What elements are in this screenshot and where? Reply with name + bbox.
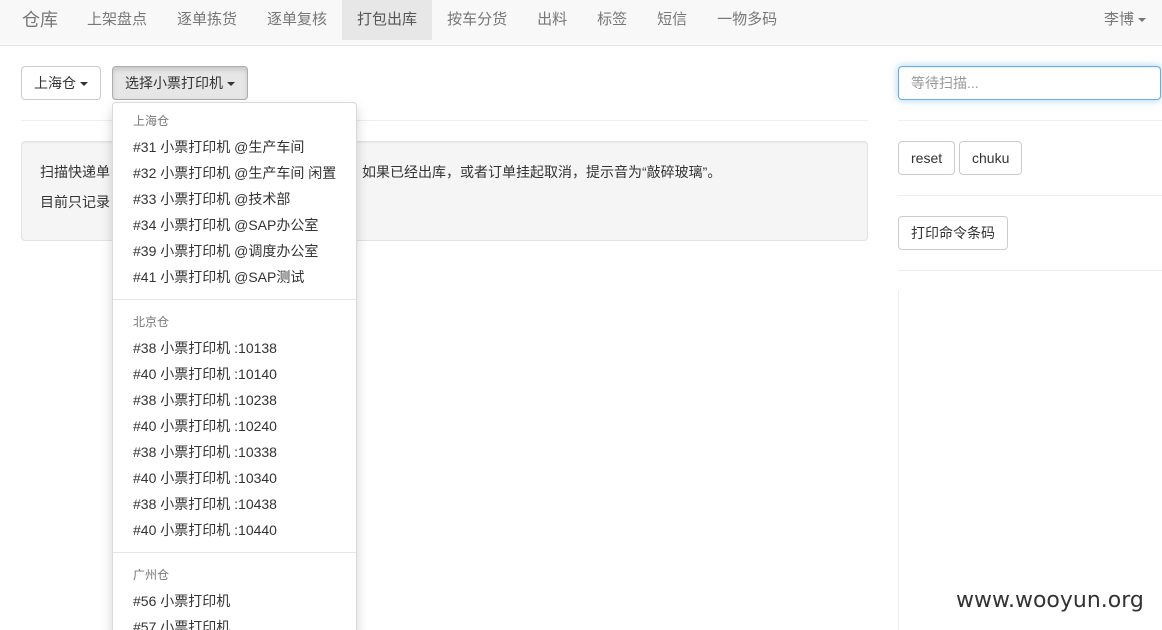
warehouse-select-button[interactable]: 上海仓 [21, 66, 101, 100]
printer-option[interactable]: #40 小票打印机 :10340 [113, 465, 356, 491]
printer-option[interactable]: #40 小票打印机 :10240 [113, 413, 356, 439]
nav-item-pack-ship[interactable]: 打包出库 [342, 0, 433, 40]
caret-down-icon [1138, 18, 1146, 23]
printer-option[interactable]: #38 小票打印机 :10138 [113, 335, 356, 361]
warehouse-select-label: 上海仓 [34, 75, 76, 91]
printer-option[interactable]: #57 小票打印机 [113, 614, 356, 630]
user-name: 李博 [1103, 11, 1134, 28]
scan-input[interactable] [898, 66, 1161, 100]
printer-option[interactable]: #31 小票打印机 @生产车间 [113, 134, 356, 160]
info-line-end: 。如果已经出库，或者订单挂起取消，提示音为“敲碎玻璃”。 [348, 164, 722, 180]
divider [898, 270, 1162, 271]
nav-item-review[interactable]: 逐单复核 [252, 0, 342, 40]
dropdown-divider [113, 552, 356, 553]
printer-option[interactable]: #34 小票打印机 @SAP办公室 [113, 212, 356, 238]
watermark: www.wooyun.org [956, 588, 1144, 613]
nav-item-labels[interactable]: 标签 [582, 0, 642, 40]
caret-down-icon [80, 82, 88, 87]
main-nav: 上架盘点 逐单拣货 逐单复核 打包出库 按车分货 出料 标签 短信 一物多码 [72, 0, 792, 40]
printer-dropdown-menu: 上海仓 #31 小票打印机 @生产车间 #32 小票打印机 @生产车间 闲置 #… [112, 102, 357, 630]
brand-link[interactable]: 仓库 [22, 0, 58, 40]
nav-item-material-out[interactable]: 出料 [522, 0, 582, 40]
info-line-start: 扫描快递单 [40, 164, 110, 180]
printer-select-label: 选择小票打印机 [125, 75, 223, 91]
info-line-2: 目前只记录 [40, 194, 110, 210]
printer-option[interactable]: #32 小票打印机 @生产车间 闲置 [113, 160, 356, 186]
divider [898, 195, 1162, 196]
dropdown-divider [113, 299, 356, 300]
printer-select-button[interactable]: 选择小票打印机 [112, 66, 248, 100]
nav-item-shelving[interactable]: 上架盘点 [72, 0, 162, 40]
nav-item-sms[interactable]: 短信 [642, 0, 702, 40]
navbar: 仓库 上架盘点 逐单拣货 逐单复核 打包出库 按车分货 出料 标签 短信 一物多… [0, 0, 1162, 46]
printer-option[interactable]: #33 小票打印机 @技术部 [113, 186, 356, 212]
chuku-button[interactable]: chuku [959, 141, 1023, 175]
side-panel [898, 290, 1162, 630]
reset-button[interactable]: reset [898, 141, 956, 175]
printer-option[interactable]: #40 小票打印机 :10140 [113, 361, 356, 387]
nav-item-vehicle-sort[interactable]: 按车分货 [432, 0, 522, 40]
printer-option[interactable]: #38 小票打印机 :10338 [113, 439, 356, 465]
printer-option[interactable]: #38 小票打印机 :10438 [113, 491, 356, 517]
nav-item-picking[interactable]: 逐单拣货 [162, 0, 252, 40]
dropdown-header-shanghai: 上海仓 [133, 114, 170, 128]
printer-option[interactable]: #41 小票打印机 @SAP测试 [113, 264, 356, 290]
user-menu[interactable]: 李博 [1104, 0, 1146, 40]
dropdown-header-guangzhou: 广州仓 [133, 568, 170, 582]
caret-down-icon [227, 82, 235, 87]
printer-option[interactable]: #56 小票打印机 [113, 588, 356, 614]
dropdown-header-beijing: 北京仓 [133, 315, 170, 329]
divider [898, 120, 1162, 121]
printer-option[interactable]: #40 小票打印机 :10440 [113, 517, 356, 543]
printer-option[interactable]: #38 小票打印机 :10238 [113, 387, 356, 413]
printer-option[interactable]: #39 小票打印机 @调度办公室 [113, 238, 356, 264]
print-command-barcode-button[interactable]: 打印命令条码 [898, 216, 1008, 250]
nav-item-multi-code[interactable]: 一物多码 [702, 0, 792, 40]
